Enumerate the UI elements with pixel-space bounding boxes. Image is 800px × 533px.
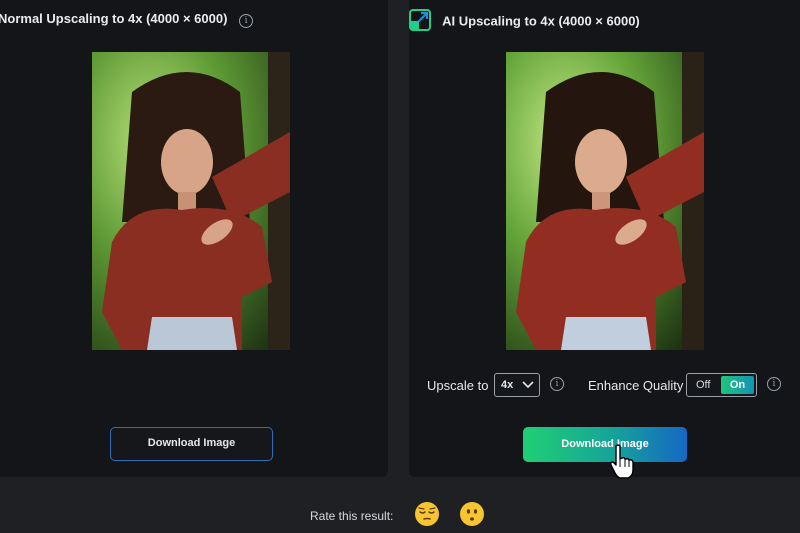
ai-upscale-icon <box>409 9 431 31</box>
normal-download-button[interactable]: Download Image <box>110 427 273 461</box>
enhance-quality-toggle[interactable]: Off On <box>686 373 757 397</box>
ai-download-button[interactable]: Download Image <box>523 427 687 462</box>
hand-pointer-cursor-icon <box>610 444 634 479</box>
info-icon[interactable]: i <box>239 14 254 28</box>
chevron-down-icon <box>522 381 534 389</box>
rate-result-label: Rate this result: <box>310 509 394 523</box>
normal-upscale-title: Normal Upscaling to 4x (4000 × 6000) i <box>0 11 254 28</box>
upscale-to-label: Upscale to <box>427 378 489 393</box>
normal-upscaled-photo <box>92 52 290 350</box>
ai-upscaled-photo <box>506 52 704 350</box>
upscale-factor-value: 4x <box>501 379 514 391</box>
normal-upscale-title-text: Normal Upscaling to 4x (4000 × 6000) <box>0 11 228 26</box>
upscale-info-icon[interactable]: i <box>550 377 564 391</box>
enhance-info-icon[interactable]: i <box>767 377 781 391</box>
toggle-on-option[interactable]: On <box>721 376 754 394</box>
face-relieved-emoji-icon[interactable] <box>414 501 440 527</box>
toggle-off-option[interactable]: Off <box>696 374 710 396</box>
ai-upscale-title-text: AI Upscaling to 4x (4000 × 6000) <box>442 13 640 29</box>
ai-upscale-title: AI Upscaling to 4x (4000 × 6000) <box>409 9 640 33</box>
face-hushed-emoji-icon[interactable] <box>459 501 485 527</box>
enhance-quality-label: Enhance Quality <box>588 378 684 393</box>
upscale-factor-select[interactable]: 4x <box>494 373 540 397</box>
